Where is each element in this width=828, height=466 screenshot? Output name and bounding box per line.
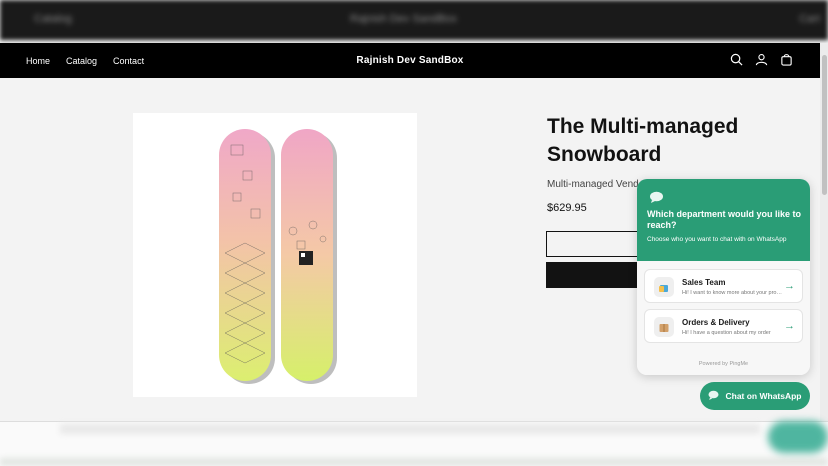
arrow-right-icon: → [784, 320, 795, 332]
department-message: Hi! I have a question about my order [682, 330, 771, 336]
buy-now-button[interactable] [546, 262, 646, 288]
chat-bubble-icon [649, 190, 664, 208]
search-icon[interactable] [729, 52, 744, 67]
product-title: The Multi-managed Snowboard [547, 115, 739, 166]
site-header: Home Catalog Contact Rajnish Dev SandBox [0, 43, 820, 78]
header-icons [729, 52, 794, 67]
department-name: Orders & Delivery [682, 318, 750, 327]
product-vendor: Multi-managed Vendor [547, 179, 648, 190]
department-sales-team[interactable]: Sales Team Hi! I want to know more about… [644, 269, 803, 303]
department-message: Hi! I want to know more about your produ… [682, 290, 784, 296]
blurred-chat-button [768, 421, 828, 453]
package-icon [654, 317, 674, 337]
ghost-text: Catalog [34, 13, 72, 25]
whatsapp-popup: Which department would you like to reach… [637, 179, 810, 375]
ghost-text: Rajnish Dev SandBox [350, 13, 458, 25]
arrow-right-icon: → [784, 280, 795, 292]
department-orders-delivery[interactable]: Orders & Delivery Hi! I have a question … [644, 309, 803, 343]
add-to-cart-button[interactable] [546, 231, 646, 257]
product-price: $629.95 [547, 202, 587, 214]
account-icon[interactable] [754, 52, 769, 67]
shopping-bag-icon [654, 277, 674, 297]
chat-on-whatsapp-button[interactable]: Chat on WhatsApp [700, 382, 810, 410]
chat-button-label: Chat on WhatsApp [725, 391, 802, 401]
powered-by-text: Powered by PingMe [698, 361, 749, 367]
popup-body: Sales Team Hi! I want to know more about… [637, 261, 810, 375]
popup-header: Which department would you like to reach… [637, 179, 810, 261]
department-name: Sales Team [682, 278, 726, 287]
product-image[interactable] [133, 113, 417, 397]
ghost-text: Cart [799, 13, 820, 25]
snowboards-illustration [219, 129, 337, 384]
blurred-bar [0, 458, 828, 466]
cart-icon[interactable] [779, 52, 794, 67]
popup-question: Which department would you like to reach… [647, 209, 802, 230]
scrollbar-thumb[interactable] [822, 55, 827, 195]
chat-bubble-icon [708, 390, 719, 402]
store-name[interactable]: Rajnish Dev SandBox [0, 55, 820, 66]
blurred-footer-overlay [0, 421, 828, 466]
blurred-header-overlay: Catalog Rajnish Dev SandBox Cart [0, 0, 828, 40]
blurred-bar [60, 424, 760, 434]
popup-subtitle: Choose who you want to chat with on What… [647, 236, 787, 243]
